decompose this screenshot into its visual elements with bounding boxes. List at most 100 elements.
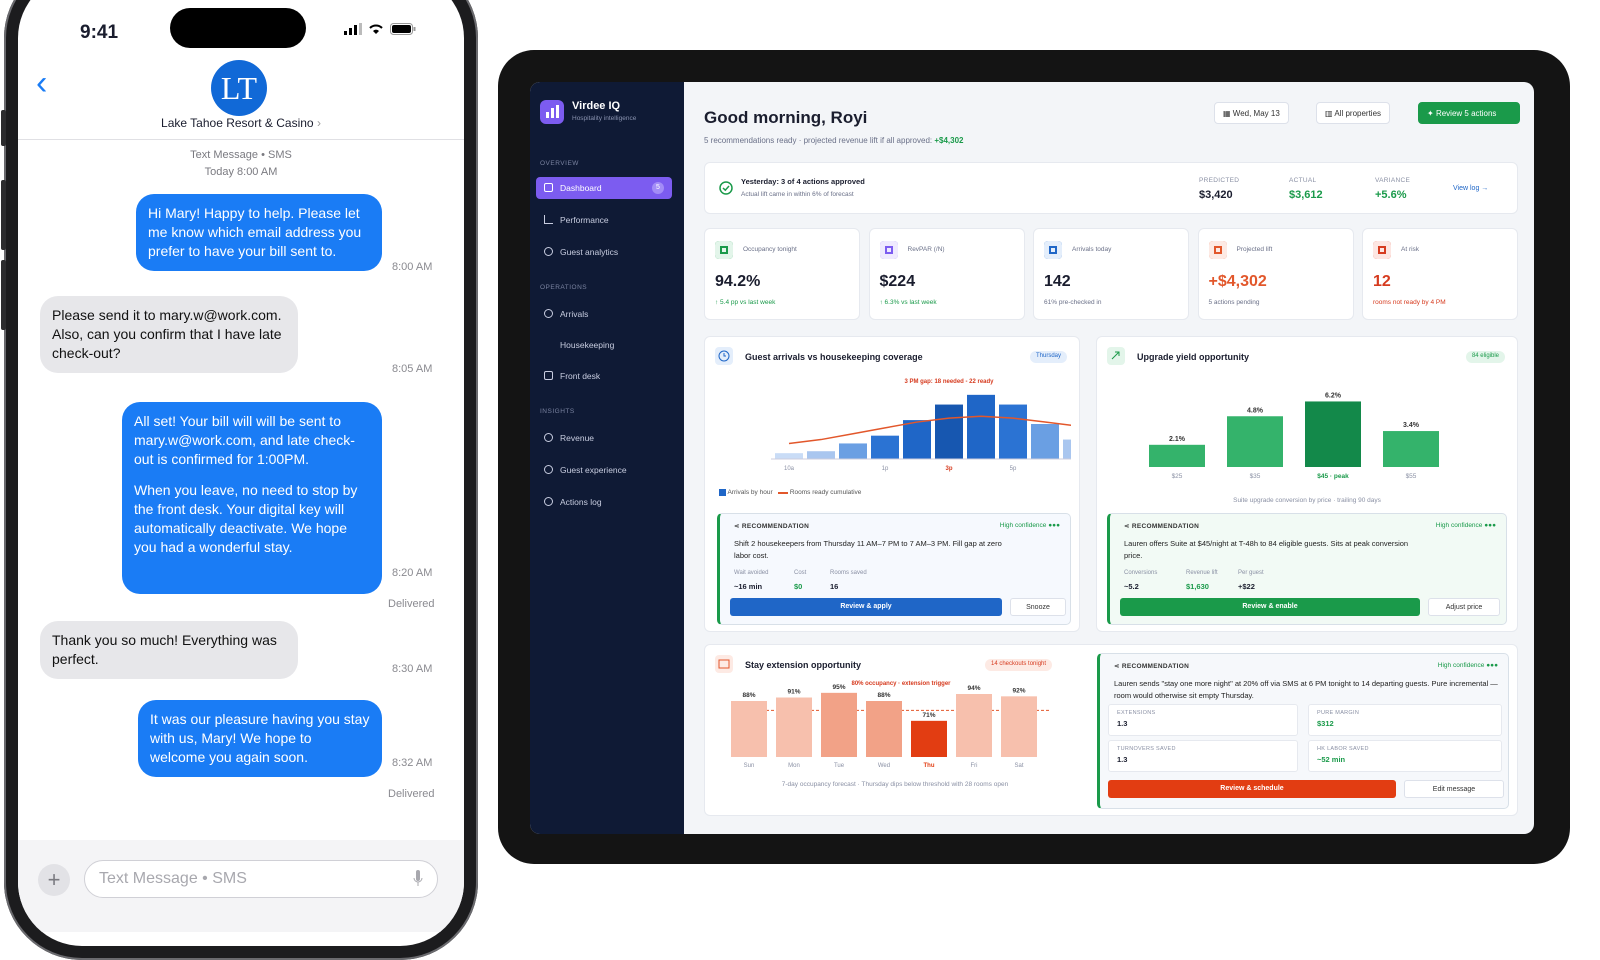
sidebar-item-guest-experience[interactable]: Guest experience xyxy=(536,459,672,481)
tablet-device: Virdee IQ Hospitality intelligence OVERV… xyxy=(498,50,1570,864)
bar xyxy=(903,420,931,459)
message-timestamp: 8:32 AM xyxy=(392,757,433,769)
recommendation-panel: ⋖ RECOMMENDATION High confidence ●●● Lau… xyxy=(1107,513,1507,625)
metric-label: Cost xyxy=(794,570,807,576)
recommendation-panel: ⋖ RECOMMENDATION High confidence ●●● Shi… xyxy=(717,513,1071,625)
message-bubble-outgoing[interactable]: It was our pleasure having you stay with… xyxy=(138,700,382,777)
review-enable-button[interactable]: Review & enable xyxy=(1120,598,1420,616)
app-name: Virdee IQ xyxy=(572,100,621,112)
actual-label: ACTUAL xyxy=(1289,177,1317,184)
adjust-price-button[interactable]: Adjust price xyxy=(1428,598,1500,616)
sidebar-item-arrivals[interactable]: Arrivals xyxy=(536,303,672,325)
tick-label: $35 xyxy=(1250,473,1261,480)
trend-icon xyxy=(544,215,553,224)
sidebar-section-title: OVERVIEW xyxy=(540,160,579,167)
data-label: 2.1% xyxy=(1169,436,1186,443)
contact-avatar[interactable]: LT xyxy=(211,60,267,116)
kpi-icon xyxy=(1373,241,1391,259)
kpi-icon xyxy=(1208,241,1227,259)
review-schedule-button[interactable]: Review & schedule xyxy=(1108,780,1396,798)
kpi-label: At risk xyxy=(1401,246,1420,253)
kpi-card[interactable]: Occupancy tonight 94.2% ↑ 5.4 pp vs last… xyxy=(704,228,860,320)
microphone-icon[interactable] xyxy=(413,870,423,888)
kpi-card[interactable]: RevPAR (/N) $224 ↑ 6.3% vs last week xyxy=(868,228,1025,320)
calendar-icon xyxy=(715,655,733,673)
data-label: 88% xyxy=(742,692,755,699)
kpi-label: Projected lift xyxy=(1236,246,1273,253)
sidebar: Virdee IQ Hospitality intelligence OVERV… xyxy=(530,82,684,834)
bar xyxy=(839,443,867,459)
date-button[interactable]: ▦ Wed, May 13 xyxy=(1214,102,1289,124)
recommendation-panel: ⋖ RECOMMENDATION High confidence ●●● Lau… xyxy=(1097,653,1509,809)
chart-caption: Suite upgrade conversion by price · trai… xyxy=(1233,497,1381,504)
kpi-card[interactable]: Arrivals today 142 61% pre-checked in xyxy=(1033,228,1189,320)
sidebar-item-front-desk[interactable]: Front desk xyxy=(536,365,672,387)
tick-label: $45 · peak xyxy=(1317,473,1349,480)
clock-icon xyxy=(544,497,553,506)
plus-icon[interactable]: + xyxy=(38,864,70,896)
bar xyxy=(776,697,812,757)
stay-extension-card: Stay extension opportunity 14 checkouts … xyxy=(704,644,1518,816)
message-bubble-incoming[interactable]: Please send it to mary.w@work.com. Also,… xyxy=(40,296,298,373)
status-time: 9:41 xyxy=(80,22,119,43)
status-icons xyxy=(344,23,416,35)
legend-label: Arrivals by hour xyxy=(727,489,773,497)
battery-icon xyxy=(390,23,416,35)
message-bubble-incoming[interactable]: Thank you so much! Everything was perfec… xyxy=(40,621,298,679)
kpi-card[interactable]: At risk 12 rooms not ready by 4 PM xyxy=(1362,228,1518,320)
trend-up-icon xyxy=(1107,347,1125,365)
bar xyxy=(1383,431,1439,467)
tick-label: $25 xyxy=(1172,473,1183,480)
properties-button[interactable]: ▥ All properties xyxy=(1316,102,1391,124)
tick-label: $55 xyxy=(1406,473,1417,480)
side-button xyxy=(1,180,6,250)
review-actions-button[interactable]: ✦ Review 5 actions xyxy=(1418,102,1520,124)
status-bar: 9:41 xyxy=(18,8,464,48)
snooze-button[interactable]: Snooze xyxy=(1010,598,1066,616)
grid-icon xyxy=(544,183,553,192)
metric-value: +$22 xyxy=(1238,582,1255,591)
edit-message-button[interactable]: Edit message xyxy=(1404,780,1504,798)
sidebar-item-dashboard[interactable]: Dashboard 5 xyxy=(536,177,672,199)
sidebar-section-title: INSIGHTS xyxy=(540,408,575,415)
smile-icon xyxy=(544,465,553,474)
metric-value: 1.3 xyxy=(1117,755,1128,764)
side-button xyxy=(1,110,6,146)
notification-badge: 5 xyxy=(652,182,664,194)
bar xyxy=(1031,424,1059,459)
bar xyxy=(731,701,767,757)
recommendation-header: ⋖ RECOMMENDATION xyxy=(734,522,809,530)
sidebar-item-revenue[interactable]: Revenue xyxy=(536,427,672,449)
metric-value: ~5.2 xyxy=(1124,582,1139,591)
bar xyxy=(775,453,803,459)
message-bubble-outgoing[interactable]: All set! Your bill will will be sent to … xyxy=(122,402,382,594)
sidebar-item-performance[interactable]: Performance xyxy=(536,209,672,231)
tick-label: Sun xyxy=(744,763,755,769)
metric-label: Rooms saved xyxy=(830,570,867,576)
bar xyxy=(1305,401,1361,467)
view-log-link[interactable]: View log → xyxy=(1453,185,1488,192)
back-chevron-icon[interactable]: ‹ xyxy=(36,66,47,100)
sidebar-item-housekeeping[interactable]: Housekeeping xyxy=(536,334,672,356)
message-bubble-outgoing[interactable]: Hi Mary! Happy to help. Please let me kn… xyxy=(136,194,382,271)
contact-name[interactable]: Lake Tahoe Resort & Casino › xyxy=(18,116,464,130)
sidebar-item-label: Actions log xyxy=(560,497,602,507)
kpi-delta: ↑ 5.4 pp vs last week xyxy=(715,299,776,306)
message-timestamp: 8:20 AM xyxy=(392,567,433,579)
recommendation-text: Lauren sends "stay one more night" at 20… xyxy=(1114,679,1498,700)
tick-label: Mon xyxy=(788,763,800,769)
sidebar-item-guest-analytics[interactable]: Guest analytics xyxy=(536,241,672,263)
review-apply-button[interactable]: Review & apply xyxy=(730,598,1002,616)
kpi-card[interactable]: Projected lift +$4,302 5 actions pending xyxy=(1197,228,1354,320)
kpi-label: Arrivals today xyxy=(1072,246,1112,253)
person-icon xyxy=(544,309,553,318)
metric-tile: PURE MARGIN $312 xyxy=(1308,704,1502,736)
data-label: 94% xyxy=(967,685,980,692)
tick-label: Tue xyxy=(834,763,845,769)
sidebar-item-actions-log[interactable]: Actions log xyxy=(536,491,672,513)
kpi-value: $224 xyxy=(879,273,916,290)
message-input[interactable]: Text Message • SMS xyxy=(84,860,438,898)
confidence-label: High confidence ●●● xyxy=(999,522,1060,529)
threshold-label: 80% occupancy · extension trigger xyxy=(851,681,951,687)
recommendation-text: Lauren offers Suite at $45/night at T-48… xyxy=(1124,539,1409,560)
